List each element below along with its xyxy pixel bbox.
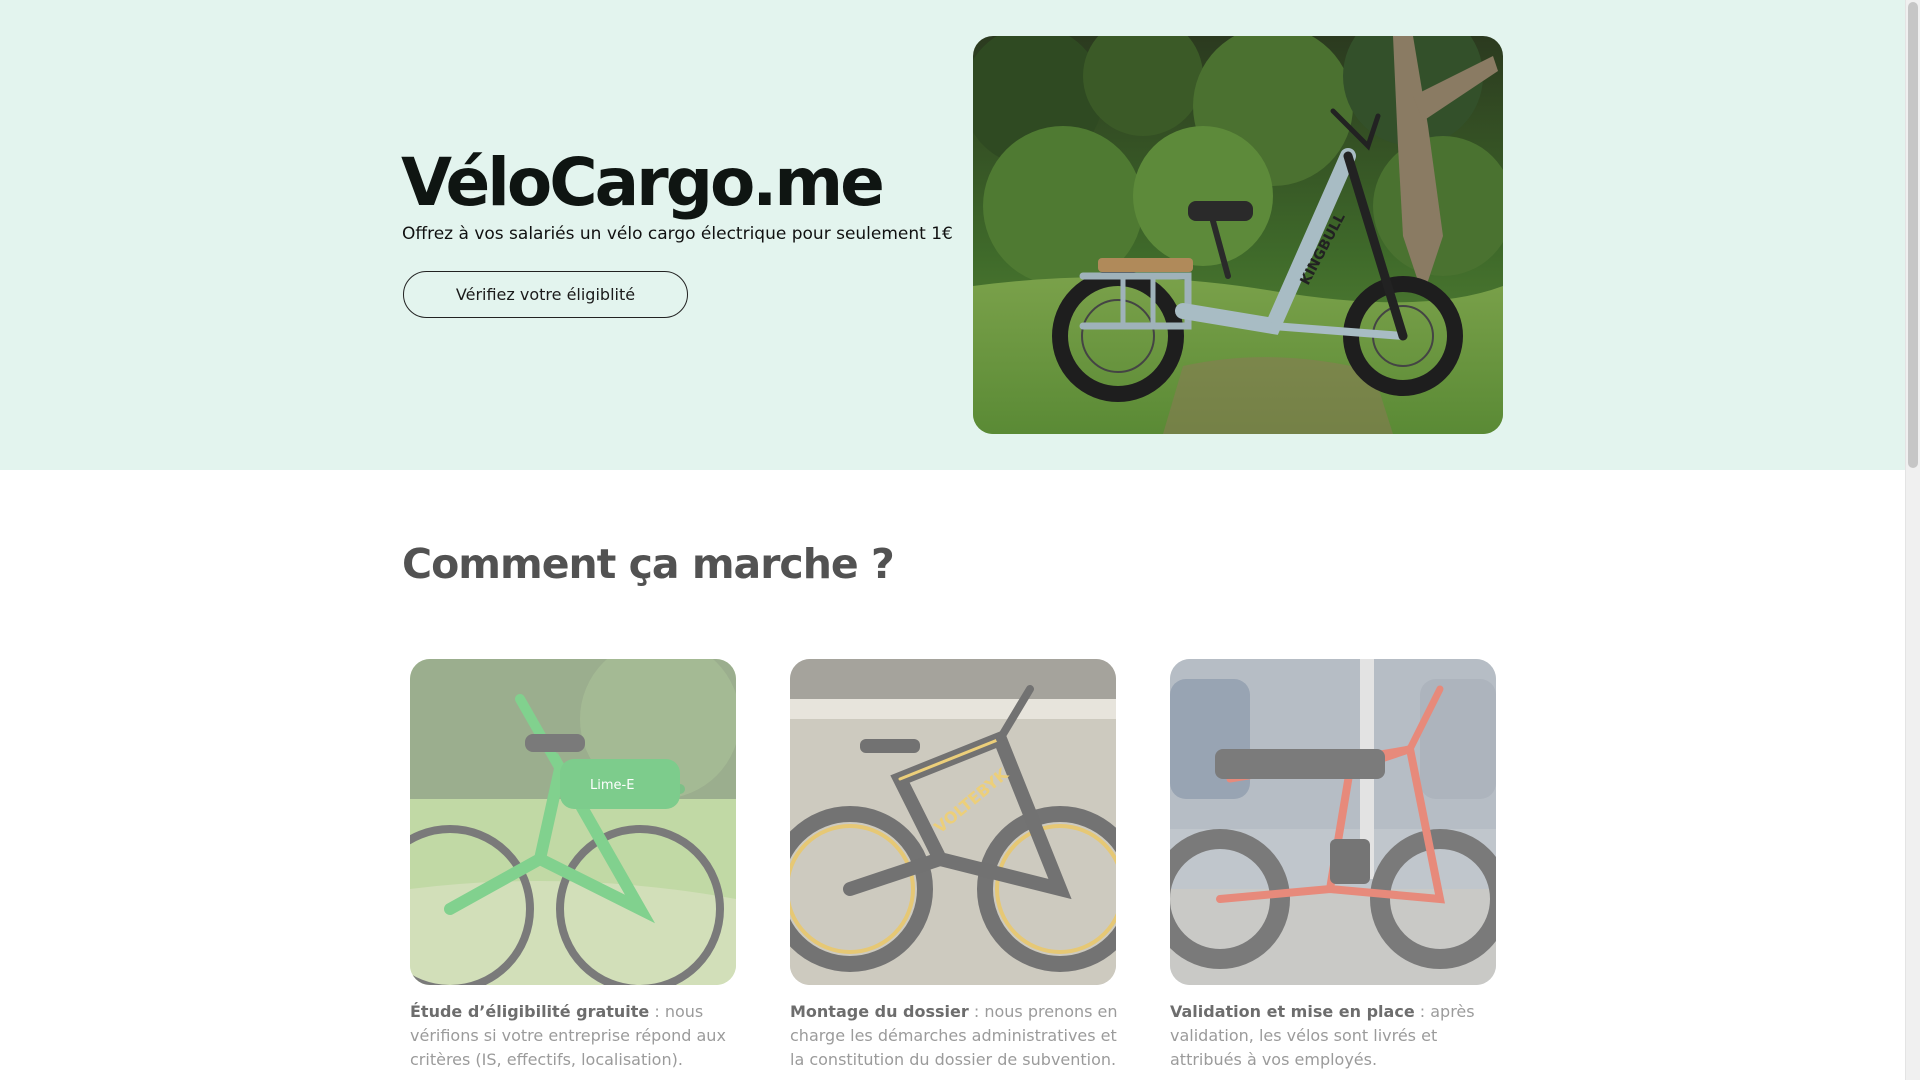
step-3-title: Validation et mise en place: [1170, 1002, 1415, 1021]
scrollbar-thumb[interactable]: [1908, 2, 1918, 468]
step-1-photo: Lime-E: [410, 659, 736, 985]
step-2-title: Montage du dossier: [790, 1002, 969, 1021]
check-eligibility-button[interactable]: Vérifiez votre éligiblité: [403, 271, 688, 318]
hero-subtitle: Offrez à vos salariés un vélo cargo élec…: [402, 224, 953, 244]
step-2-photo: VOLTEBYK: [790, 659, 1116, 985]
step-1-title: Étude d’éligibilité gratuite: [410, 1002, 650, 1021]
page: VéloCargo.me Offrez à vos salariés un vé…: [0, 0, 1905, 1080]
how-it-works-title: Comment ça marche ?: [402, 540, 895, 588]
hero-cargo-bike-photo: KINGBULL: [973, 36, 1503, 434]
step-3-photo: [1170, 659, 1496, 985]
step-1-text: Étude d’éligibilité gratuite : nous véri…: [410, 1000, 740, 1072]
step-1-photo-text: Lime-E: [590, 778, 634, 793]
step-3-text: Validation et mise en place : après vali…: [1170, 1000, 1500, 1072]
step-2-text: Montage du dossier : nous prenons en cha…: [790, 1000, 1120, 1072]
hero-section: VéloCargo.me Offrez à vos salariés un vé…: [0, 0, 1905, 470]
page-scrollbar[interactable]: [1905, 0, 1920, 1080]
hero-title: VéloCargo.me: [401, 144, 885, 221]
